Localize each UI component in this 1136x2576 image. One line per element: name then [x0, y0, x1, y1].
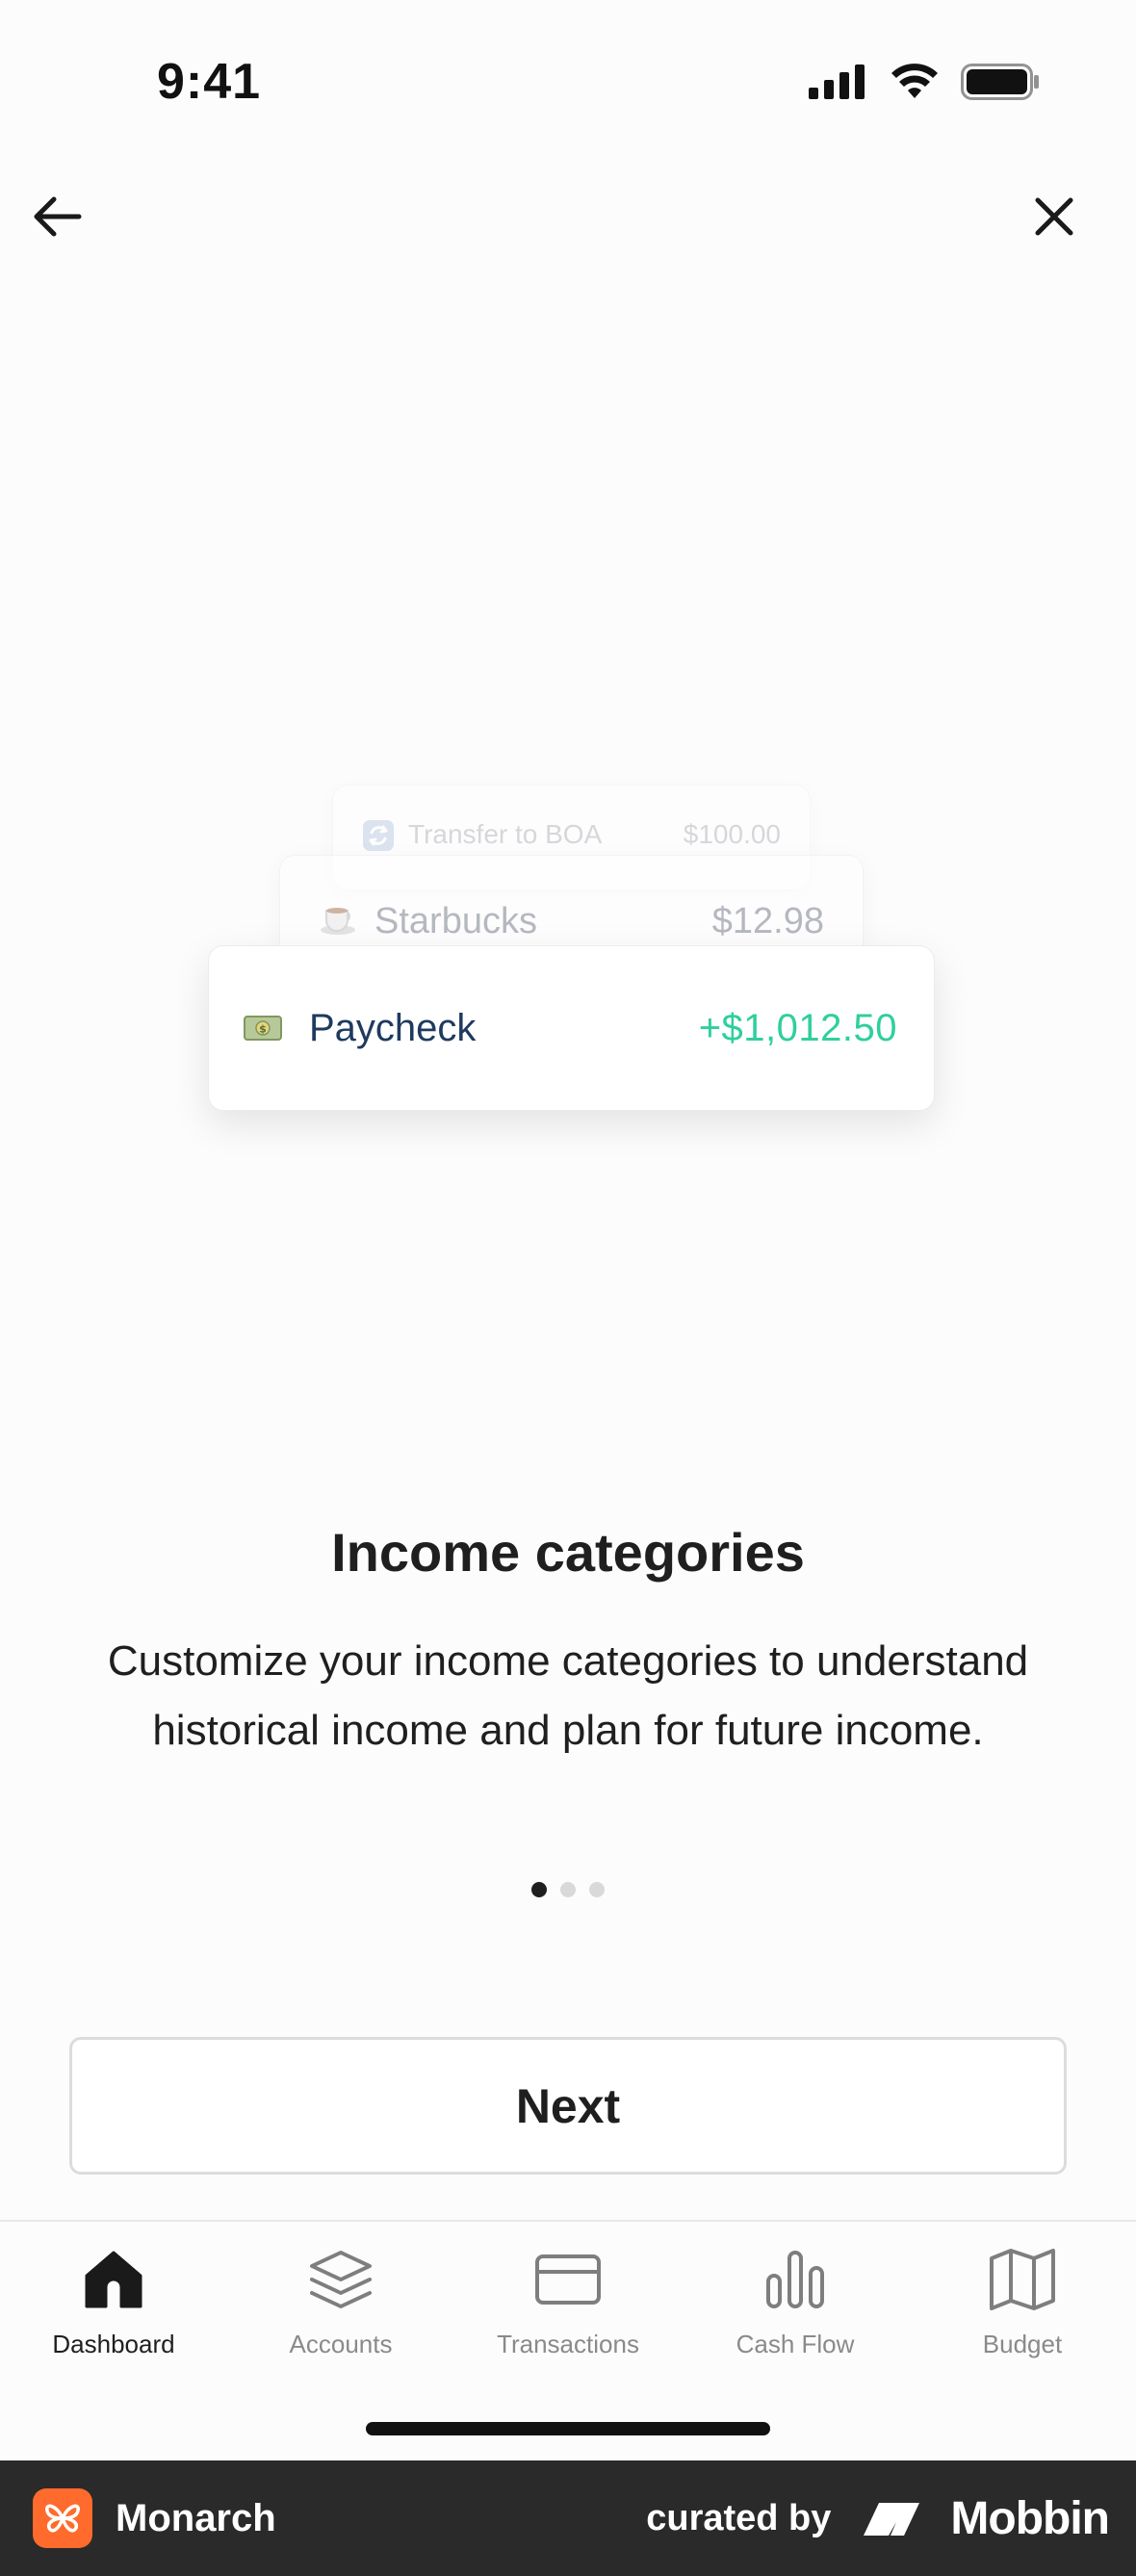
tab-dashboard[interactable]: Dashboard: [0, 2222, 227, 2376]
page-dot: [560, 1882, 576, 1897]
brand-name: Monarch: [116, 2496, 276, 2539]
transaction-label: Starbucks: [374, 901, 537, 941]
status-icons: [809, 64, 1040, 100]
transfer-icon: [362, 819, 395, 852]
tab-label: Transactions: [497, 2330, 639, 2358]
transaction-amount: $100.00: [683, 819, 781, 849]
map-icon: [990, 2249, 1055, 2310]
next-button[interactable]: Next: [69, 2037, 1067, 2175]
tab-label: Budget: [982, 2330, 1063, 2358]
page-dot: [589, 1882, 605, 1897]
status-time: 9:41: [157, 54, 262, 110]
page-title: Income categories: [331, 1522, 805, 1583]
arrow-left-icon: [34, 196, 82, 237]
transaction-amount: +$1,012.50: [698, 1006, 897, 1049]
svg-text:$: $: [259, 1023, 267, 1036]
tab-budget[interactable]: Budget: [909, 2222, 1136, 2376]
page-indicator: [0, 1882, 1136, 1897]
cellular-signal-icon: [809, 64, 865, 99]
tab-label: Cash Flow: [736, 2330, 855, 2358]
money-icon: $: [244, 1015, 282, 1042]
tab-cash-flow[interactable]: Cash Flow: [682, 2222, 909, 2376]
layers-icon: [310, 2251, 372, 2308]
monarch-logo-icon: [33, 2488, 92, 2548]
tab-transactions[interactable]: Transactions: [454, 2222, 682, 2376]
home-indicator: [366, 2422, 770, 2435]
attribution-footer: Monarch curated by Mobbin: [0, 2460, 1136, 2576]
close-button[interactable]: [1030, 193, 1078, 241]
home-icon: [85, 2251, 142, 2308]
bar-chart-icon: [766, 2251, 824, 2308]
curated-by-label: curated by: [646, 2497, 832, 2538]
transaction-label: Transfer to BOA: [408, 819, 603, 849]
mobbin-name: Mobbin: [950, 2492, 1110, 2544]
tab-accounts[interactable]: Accounts: [227, 2222, 454, 2376]
transaction-card-paycheck: $ Paycheck +$1,012.50: [208, 945, 935, 1111]
status-bar: 9:41: [0, 0, 1136, 144]
credit-card-icon: [535, 2254, 601, 2305]
battery-icon: [961, 64, 1039, 100]
back-button[interactable]: [29, 188, 87, 245]
mobbin-logo-icon: [864, 2503, 920, 2536]
tab-label: Accounts: [289, 2330, 393, 2358]
page-dot-active: [531, 1882, 547, 1897]
nav-row: [0, 173, 1136, 260]
tab-label: Dashboard: [52, 2330, 175, 2358]
transaction-amount: $12.98: [711, 901, 824, 941]
wifi-icon: [891, 64, 938, 98]
coffee-icon: [319, 901, 357, 936]
page-description: Customize your income categories to unde…: [107, 1637, 1029, 1754]
mobbin-logo: Mobbin: [862, 2492, 1110, 2545]
close-icon: [1035, 197, 1073, 236]
transaction-label: Paycheck: [309, 1006, 477, 1049]
